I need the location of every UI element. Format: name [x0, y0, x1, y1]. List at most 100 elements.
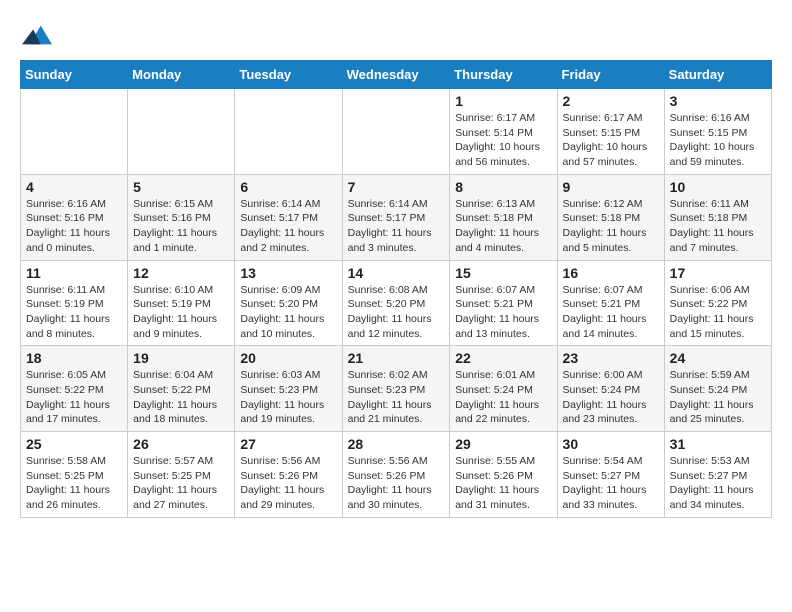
calendar-cell	[342, 89, 450, 175]
day-number: 13	[240, 265, 336, 281]
day-number: 19	[133, 350, 229, 366]
day-number: 23	[563, 350, 659, 366]
day-info: Sunrise: 6:03 AM Sunset: 5:23 PM Dayligh…	[240, 368, 336, 427]
day-info: Sunrise: 5:56 AM Sunset: 5:26 PM Dayligh…	[348, 454, 445, 513]
calendar-cell	[21, 89, 128, 175]
day-info: Sunrise: 6:06 AM Sunset: 5:22 PM Dayligh…	[670, 283, 766, 342]
day-number: 1	[455, 93, 551, 109]
day-header-tuesday: Tuesday	[235, 61, 342, 89]
calendar-cell: 12 Sunrise: 6:10 AM Sunset: 5:19 PM Dayli…	[128, 260, 235, 346]
week-row-2: 4 Sunrise: 6:16 AM Sunset: 5:16 PM Daylig…	[21, 174, 772, 260]
day-number: 2	[563, 93, 659, 109]
day-number: 7	[348, 179, 445, 195]
day-number: 22	[455, 350, 551, 366]
day-number: 3	[670, 93, 766, 109]
calendar-cell	[128, 89, 235, 175]
day-info: Sunrise: 6:17 AM Sunset: 5:14 PM Dayligh…	[455, 111, 551, 170]
calendar-cell: 11Sunrise: 6:11 AM Sunset: 5:19 PM Dayli…	[21, 260, 128, 346]
day-info: Sunrise: 6:16 AM Sunset: 5:15 PM Dayligh…	[670, 111, 766, 170]
calendar-cell: 3 Sunrise: 6:16 AM Sunset: 5:15 PM Daylig…	[664, 89, 771, 175]
calendar-table: SundayMondayTuesdayWednesdayThursdayFrid…	[20, 60, 772, 518]
day-number: 12	[133, 265, 229, 281]
day-header-wednesday: Wednesday	[342, 61, 450, 89]
week-row-4: 18 Sunrise: 6:05 AM Sunset: 5:22 PM Dayli…	[21, 346, 772, 432]
calendar-cell: 14Sunrise: 6:08 AM Sunset: 5:20 PM Dayli…	[342, 260, 450, 346]
calendar-cell: 17 Sunrise: 6:06 AM Sunset: 5:22 PM Dayli…	[664, 260, 771, 346]
day-info: Sunrise: 6:16 AM Sunset: 5:16 PM Dayligh…	[26, 197, 122, 256]
day-info: Sunrise: 6:12 AM Sunset: 5:18 PM Dayligh…	[563, 197, 659, 256]
calendar-cell: 24Sunrise: 5:59 AM Sunset: 5:24 PM Dayli…	[664, 346, 771, 432]
day-number: 29	[455, 436, 551, 452]
day-info: Sunrise: 5:54 AM Sunset: 5:27 PM Dayligh…	[563, 454, 659, 513]
day-info: Sunrise: 6:05 AM Sunset: 5:22 PM Dayligh…	[26, 368, 122, 427]
day-info: Sunrise: 6:09 AM Sunset: 5:20 PM Dayligh…	[240, 283, 336, 342]
day-number: 9	[563, 179, 659, 195]
calendar-cell: 9 Sunrise: 6:12 AM Sunset: 5:18 PM Daylig…	[557, 174, 664, 260]
week-row-5: 25 Sunrise: 5:58 AM Sunset: 5:25 PM Dayli…	[21, 432, 772, 518]
calendar-cell: 28 Sunrise: 5:56 AM Sunset: 5:26 PM Dayli…	[342, 432, 450, 518]
day-number: 16	[563, 265, 659, 281]
day-info: Sunrise: 6:11 AM Sunset: 5:18 PM Dayligh…	[670, 197, 766, 256]
day-header-monday: Monday	[128, 61, 235, 89]
calendar-cell: 8 Sunrise: 6:13 AM Sunset: 5:18 PM Daylig…	[450, 174, 557, 260]
calendar-cell: 20 Sunrise: 6:03 AM Sunset: 5:23 PM Dayli…	[235, 346, 342, 432]
day-number: 4	[26, 179, 122, 195]
day-info: Sunrise: 6:14 AM Sunset: 5:17 PM Dayligh…	[348, 197, 445, 256]
day-info: Sunrise: 6:17 AM Sunset: 5:15 PM Dayligh…	[563, 111, 659, 170]
calendar-header-row: SundayMondayTuesdayWednesdayThursdayFrid…	[21, 61, 772, 89]
day-number: 21	[348, 350, 445, 366]
calendar-cell: 13 Sunrise: 6:09 AM Sunset: 5:20 PM Dayli…	[235, 260, 342, 346]
day-number: 14	[348, 265, 445, 281]
day-info: Sunrise: 6:15 AM Sunset: 5:16 PM Dayligh…	[133, 197, 229, 256]
day-number: 28	[348, 436, 445, 452]
day-info: Sunrise: 6:00 AM Sunset: 5:24 PM Dayligh…	[563, 368, 659, 427]
calendar-cell: 25 Sunrise: 5:58 AM Sunset: 5:25 PM Dayli…	[21, 432, 128, 518]
calendar-cell: 15 Sunrise: 6:07 AM Sunset: 5:21 PM Dayli…	[450, 260, 557, 346]
day-number: 30	[563, 436, 659, 452]
calendar-cell: 26 Sunrise: 5:57 AM Sunset: 5:25 PM Dayli…	[128, 432, 235, 518]
logo	[20, 20, 52, 50]
calendar-cell: 4 Sunrise: 6:16 AM Sunset: 5:16 PM Daylig…	[21, 174, 128, 260]
week-row-3: 11Sunrise: 6:11 AM Sunset: 5:19 PM Dayli…	[21, 260, 772, 346]
day-info: Sunrise: 6:11 AM Sunset: 5:19 PM Dayligh…	[26, 283, 122, 342]
day-info: Sunrise: 6:07 AM Sunset: 5:21 PM Dayligh…	[455, 283, 551, 342]
calendar-cell: 2 Sunrise: 6:17 AM Sunset: 5:15 PM Daylig…	[557, 89, 664, 175]
calendar-cell: 16 Sunrise: 6:07 AM Sunset: 5:21 PM Dayli…	[557, 260, 664, 346]
day-number: 20	[240, 350, 336, 366]
calendar-cell: 1 Sunrise: 6:17 AM Sunset: 5:14 PM Daylig…	[450, 89, 557, 175]
day-number: 17	[670, 265, 766, 281]
calendar-cell: 29Sunrise: 5:55 AM Sunset: 5:26 PM Dayli…	[450, 432, 557, 518]
day-number: 31	[670, 436, 766, 452]
day-info: Sunrise: 6:01 AM Sunset: 5:24 PM Dayligh…	[455, 368, 551, 427]
day-info: Sunrise: 6:14 AM Sunset: 5:17 PM Dayligh…	[240, 197, 336, 256]
calendar-cell: 21 Sunrise: 6:02 AM Sunset: 5:23 PM Dayli…	[342, 346, 450, 432]
day-info: Sunrise: 5:59 AM Sunset: 5:24 PM Dayligh…	[670, 368, 766, 427]
logo-icon	[22, 20, 52, 50]
calendar-cell: 30 Sunrise: 5:54 AM Sunset: 5:27 PM Dayli…	[557, 432, 664, 518]
calendar-cell: 10 Sunrise: 6:11 AM Sunset: 5:18 PM Dayli…	[664, 174, 771, 260]
calendar-cell: 19Sunrise: 6:04 AM Sunset: 5:22 PM Dayli…	[128, 346, 235, 432]
week-row-1: 1 Sunrise: 6:17 AM Sunset: 5:14 PM Daylig…	[21, 89, 772, 175]
day-header-friday: Friday	[557, 61, 664, 89]
day-info: Sunrise: 5:58 AM Sunset: 5:25 PM Dayligh…	[26, 454, 122, 513]
day-info: Sunrise: 5:56 AM Sunset: 5:26 PM Dayligh…	[240, 454, 336, 513]
calendar-cell: 6Sunrise: 6:14 AM Sunset: 5:17 PM Daylig…	[235, 174, 342, 260]
day-number: 25	[26, 436, 122, 452]
day-number: 5	[133, 179, 229, 195]
day-number: 8	[455, 179, 551, 195]
calendar-cell: 5 Sunrise: 6:15 AM Sunset: 5:16 PM Daylig…	[128, 174, 235, 260]
day-number: 10	[670, 179, 766, 195]
day-number: 18	[26, 350, 122, 366]
day-info: Sunrise: 6:02 AM Sunset: 5:23 PM Dayligh…	[348, 368, 445, 427]
day-info: Sunrise: 6:10 AM Sunset: 5:19 PM Dayligh…	[133, 283, 229, 342]
calendar-cell: 7 Sunrise: 6:14 AM Sunset: 5:17 PM Daylig…	[342, 174, 450, 260]
day-number: 27	[240, 436, 336, 452]
calendar-cell: 27 Sunrise: 5:56 AM Sunset: 5:26 PM Dayli…	[235, 432, 342, 518]
day-info: Sunrise: 6:07 AM Sunset: 5:21 PM Dayligh…	[563, 283, 659, 342]
day-header-thursday: Thursday	[450, 61, 557, 89]
calendar-cell: 22 Sunrise: 6:01 AM Sunset: 5:24 PM Dayli…	[450, 346, 557, 432]
day-info: Sunrise: 6:13 AM Sunset: 5:18 PM Dayligh…	[455, 197, 551, 256]
day-info: Sunrise: 5:57 AM Sunset: 5:25 PM Dayligh…	[133, 454, 229, 513]
day-number: 26	[133, 436, 229, 452]
day-number: 15	[455, 265, 551, 281]
